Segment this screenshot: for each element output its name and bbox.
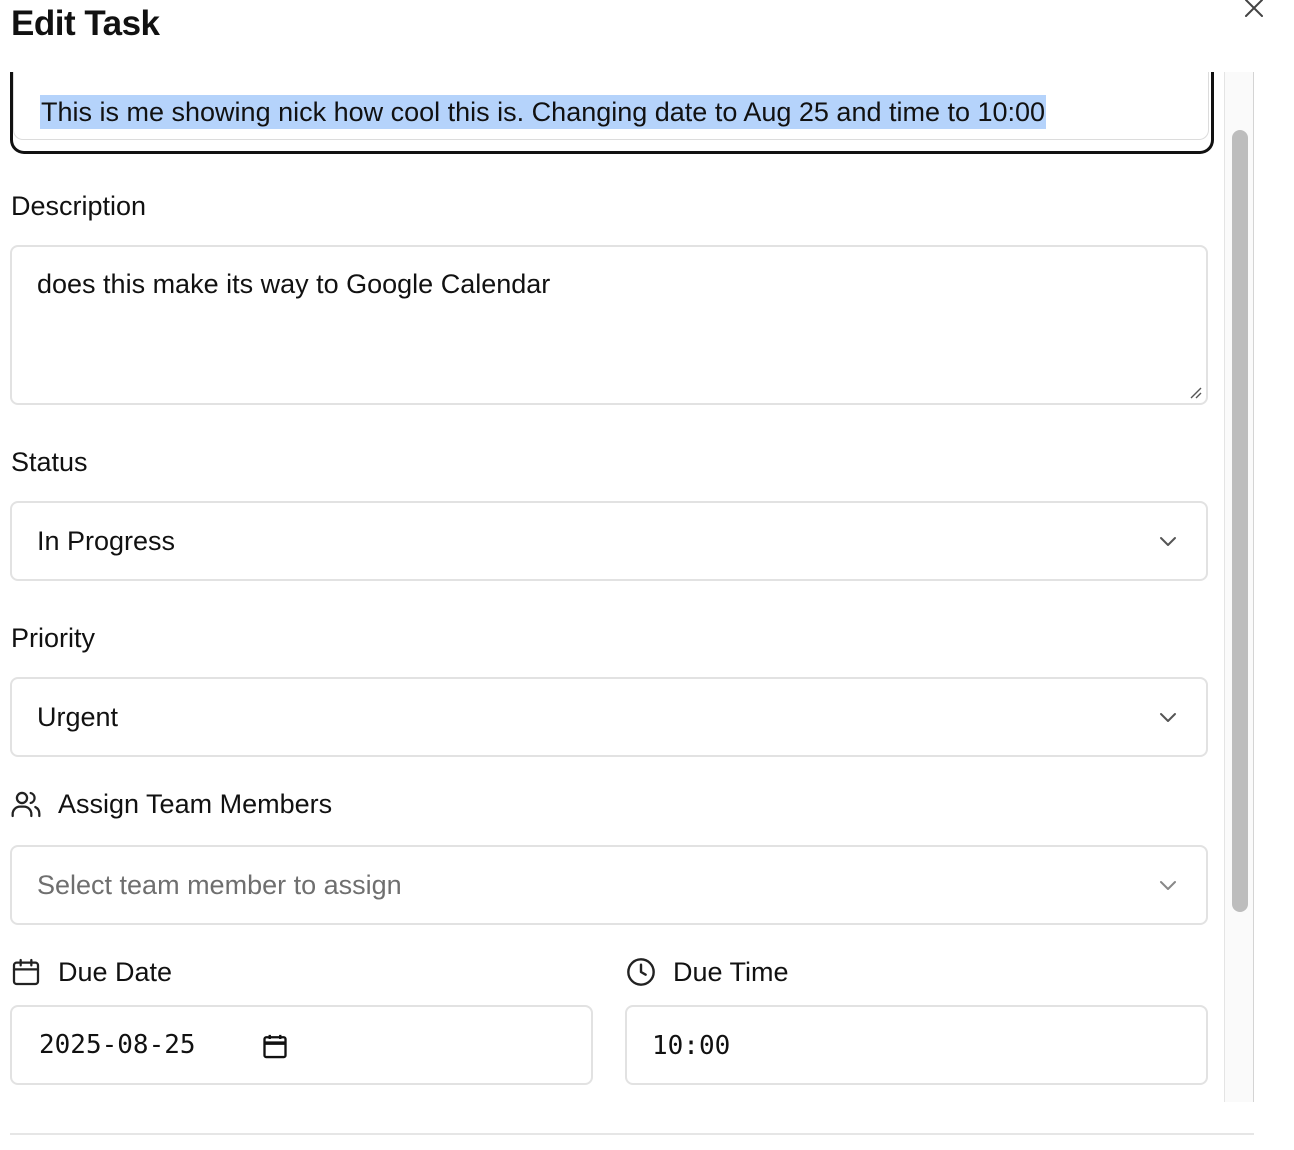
due-time-value[interactable]: 10:00	[652, 1029, 730, 1063]
clock-icon	[627, 958, 655, 986]
due-date-label: Due Date	[58, 957, 173, 987]
form-scroll-area[interactable]: This is me showing nick how cool this is…	[0, 72, 1224, 1102]
calendar-picker-icon[interactable]	[261, 1032, 289, 1060]
close-button[interactable]	[1238, 0, 1270, 22]
users-icon	[11, 791, 41, 818]
task-title-input[interactable]: This is me showing nick how cool this is…	[10, 72, 1214, 154]
chevron-down-icon[interactable]	[1156, 873, 1180, 897]
calendar-icon	[12, 958, 40, 986]
priority-select[interactable]: Urgent	[10, 677, 1208, 757]
due-date-value[interactable]: 2025-08-25	[39, 1028, 196, 1062]
status-select[interactable]: In Progress	[10, 501, 1208, 581]
team-member-select[interactable]: Select team member to assign	[10, 845, 1208, 925]
scrollbar-thumb[interactable]	[1232, 130, 1248, 912]
status-label: Status	[11, 447, 88, 477]
priority-selected-value[interactable]: Urgent	[37, 700, 118, 734]
priority-label: Priority	[11, 623, 96, 653]
chevron-down-icon[interactable]	[1156, 529, 1180, 553]
resize-grip-icon[interactable]	[1188, 385, 1202, 399]
close-icon[interactable]	[1243, 0, 1265, 19]
due-time-label: Due Time	[673, 957, 789, 987]
chevron-down-icon[interactable]	[1156, 705, 1180, 729]
assign-team-label: Assign Team Members	[58, 789, 333, 819]
assign-team-label-row: Assign Team Members	[10, 787, 332, 821]
footer-divider	[10, 1133, 1254, 1135]
due-time-label-row: Due Time	[625, 955, 789, 989]
status-selected-value[interactable]: In Progress	[37, 524, 175, 558]
description-textarea[interactable]: does this make its way to Google Calenda…	[10, 245, 1208, 405]
dialog-title: Edit Task	[11, 4, 160, 43]
scrollbar-track[interactable]	[1224, 72, 1254, 1102]
task-title-input-inner[interactable]: This is me showing nick how cool this is…	[13, 72, 1209, 140]
due-date-label-row: Due Date	[10, 955, 172, 989]
due-date-input[interactable]: 2025-08-25	[10, 1005, 593, 1085]
description-text[interactable]: does this make its way to Google Calenda…	[37, 267, 550, 301]
task-title-selected-text[interactable]: This is me showing nick how cool this is…	[40, 95, 1047, 129]
team-member-placeholder[interactable]: Select team member to assign	[37, 868, 402, 902]
description-label: Description	[11, 191, 147, 221]
due-time-input[interactable]: 10:00	[625, 1005, 1208, 1085]
